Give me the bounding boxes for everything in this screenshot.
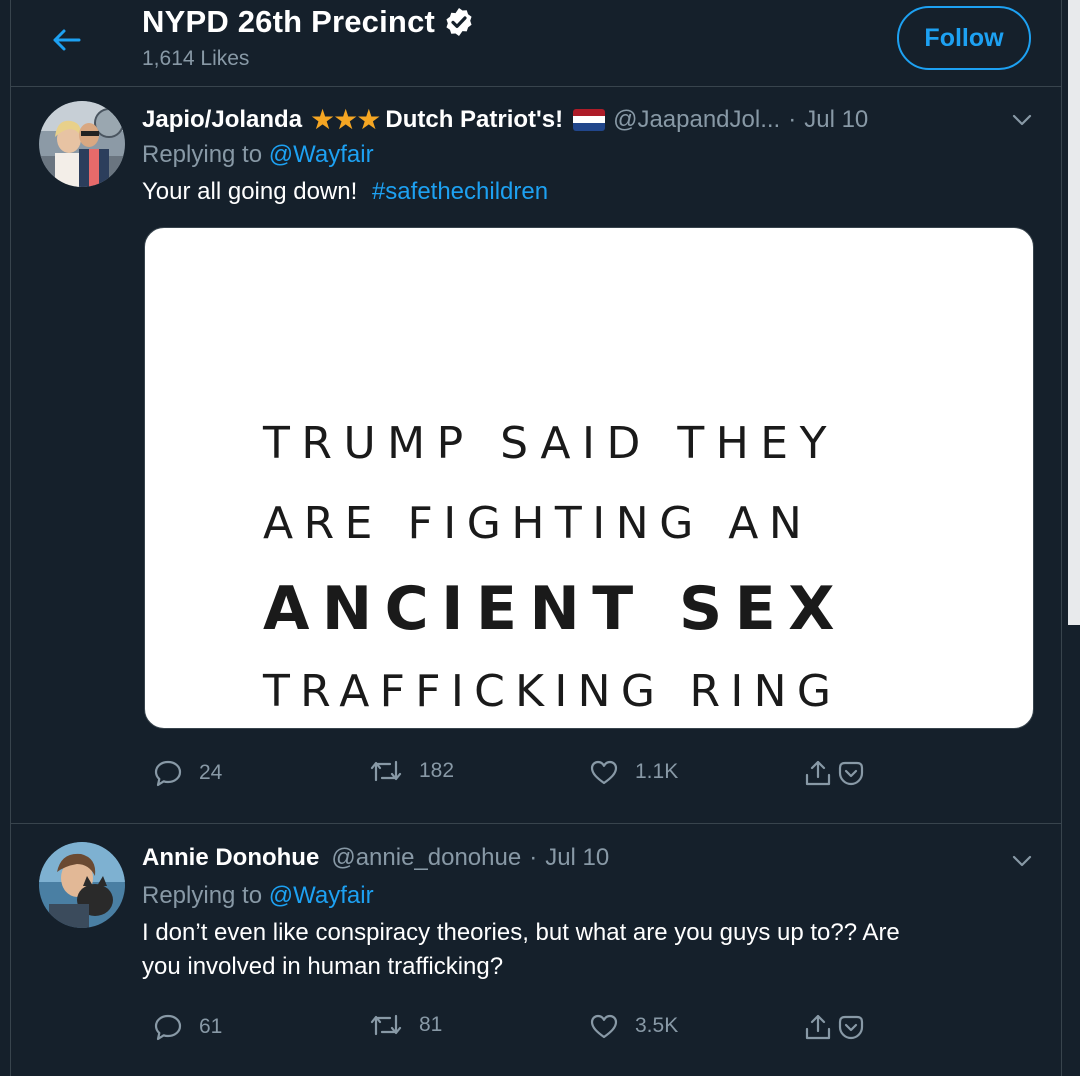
user-handle[interactable]: @annie_donohue [331,844,521,872]
share-icon [805,760,831,786]
avatar[interactable] [39,842,125,928]
star-emoji: ★★★ [310,104,381,135]
meme-line: ANCIENT SEX [263,574,847,644]
replying-to-prefix: Replying to [142,141,263,168]
retweet-count: 81 [419,1013,443,1036]
reply-button[interactable]: 24 [153,758,222,788]
hashtag-link[interactable]: #safethechildren [372,178,548,205]
tweet-date[interactable]: Jul 10 [545,844,609,872]
display-name[interactable]: Japio/Jolanda [142,106,302,134]
like-button[interactable]: 1.1K [589,758,678,786]
meme-line: TRAFFICKING RING [263,666,842,717]
like-button[interactable]: 3.5K [589,1012,678,1040]
netherlands-flag-icon [573,108,606,131]
tweet[interactable]: Japio/Jolanda ★★★ Dutch Patriot's! @Jaap… [11,87,1061,824]
reply-icon [154,1014,182,1041]
replying-to: Replying to @Wayfair [142,882,374,910]
like-icon [590,1014,618,1039]
verified-badge-icon [446,8,472,36]
display-name[interactable]: Annie Donohue [142,844,319,872]
back-button[interactable] [45,20,85,60]
avatar[interactable] [39,101,125,187]
chevron-down-icon[interactable] [1011,854,1033,868]
bookmark-icon[interactable] [837,759,865,787]
tweet-actions: 61 81 3.5K [143,1012,1043,1048]
tweet-actions: 24 182 1.1K [143,758,1043,794]
retweet-count: 182 [419,759,455,782]
page-title-text: NYPD 26th Precinct [142,4,436,39]
reply-count: 61 [199,1015,223,1038]
follow-button[interactable]: Follow [897,6,1031,70]
profile-header: NYPD 26th Precinct 1,614 Likes Follow [11,0,1061,87]
meme-line: TRUMP SAID THEY [263,418,838,469]
tweet-text-line: I don’t even like conspiracy theories, b… [142,919,900,946]
replying-to: Replying to @Wayfair [142,141,374,169]
like-count: 1.1K [635,760,679,783]
tweet-image[interactable]: TRUMP SAID THEY ARE FIGHTING AN ANCIENT … [144,227,1034,729]
tweet-header: Japio/Jolanda ★★★ Dutch Patriot's! @Jaap… [142,103,868,136]
likes-count: 1,614 Likes [142,47,250,70]
retweet-icon [370,760,402,782]
like-icon [590,760,618,785]
user-handle[interactable]: @JaapandJol... [613,106,780,134]
retweet-button[interactable]: 182 [369,758,454,784]
chevron-down-icon[interactable] [1011,113,1033,127]
meme-line: ARE FIGHTING AN [263,498,813,549]
retweet-button[interactable]: 81 [369,1012,442,1038]
retweet-icon [370,1014,402,1036]
tweet-text: I don’t even like conspiracy theories, b… [142,916,1022,984]
like-count: 3.5K [635,1014,679,1037]
separator-dot: · [529,844,538,871]
page-title: NYPD 26th Precinct [142,4,475,40]
share-icon [805,1014,831,1040]
reply-button[interactable]: 61 [153,1012,222,1042]
replying-to-prefix: Replying to [142,882,263,909]
tweet-date[interactable]: Jul 10 [804,106,868,134]
separator-dot: · [788,105,797,133]
display-name-suffix[interactable]: Dutch Patriot's! [385,106,563,134]
bookmark-icon[interactable] [837,1013,865,1041]
back-arrow-icon [53,29,81,51]
scrollbar[interactable] [1068,0,1080,625]
tweet-text-body: Your all going down! [142,178,358,205]
meme-text: TRUMP SAID THEY ARE FIGHTING AN ANCIENT … [263,416,953,728]
share-button[interactable] [803,758,881,788]
timeline-column: NYPD 26th Precinct 1,614 Likes Follow Ja… [10,0,1062,1076]
tweet-text-line: you involved in human trafficking? [142,953,504,980]
reply-count: 24 [199,761,223,784]
tweet-header: Annie Donohue @annie_donohue · Jul 10 [142,844,609,872]
tweet-text: Your all going down! #safethechildren [142,175,1022,209]
tweet[interactable]: Annie Donohue @annie_donohue · Jul 10 Re… [11,824,1061,1076]
replying-to-link[interactable]: @Wayfair [269,141,374,168]
reply-icon [154,760,182,787]
replying-to-link[interactable]: @Wayfair [269,882,374,909]
share-button[interactable] [803,1012,881,1042]
